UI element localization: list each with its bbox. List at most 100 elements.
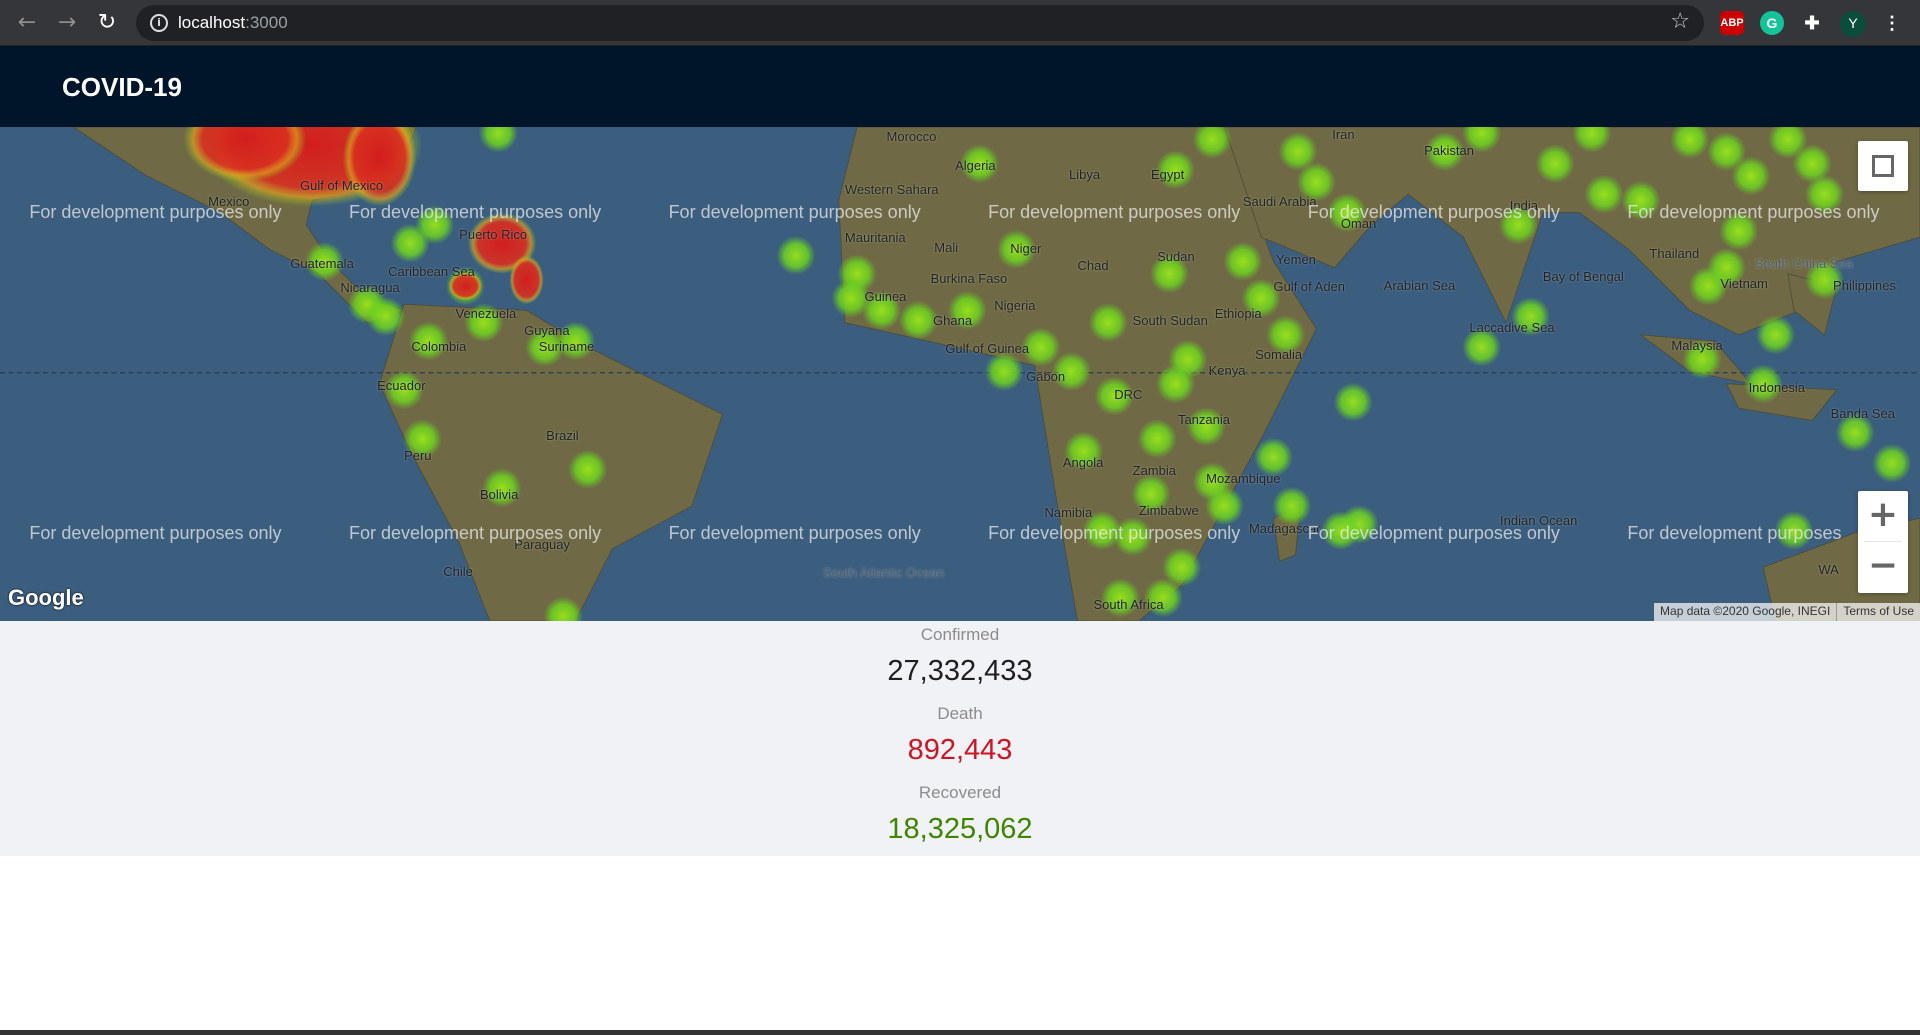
info-icon[interactable]: i: [150, 14, 168, 32]
map-label: Brazil: [546, 428, 579, 444]
death-label: Death: [937, 704, 983, 723]
map-label: Pakistan: [1424, 142, 1474, 158]
map-label: Indonesia: [1748, 380, 1805, 396]
map-label: Ghana: [933, 313, 973, 329]
address-bar[interactable]: i localhost:3000 ☆: [136, 5, 1704, 41]
map-label: Thailand: [1649, 245, 1700, 261]
map-label: Angola: [1062, 455, 1104, 471]
map-label: Chile: [443, 564, 473, 580]
heat-point: [1872, 443, 1912, 483]
map-label: Puerto Rico: [459, 227, 528, 243]
map-label: South Atlantic Ocean: [822, 565, 945, 581]
recovered-value: 18,325,062: [887, 813, 1033, 845]
map-label: Morocco: [886, 129, 937, 145]
map-label: Gulf of Aden: [1273, 278, 1346, 294]
map-label: Zimbabwe: [1138, 502, 1199, 518]
extensions-puzzle-icon[interactable]: ✚: [1800, 11, 1824, 35]
map-label: Saudi Arabia: [1242, 194, 1317, 210]
map-label: Egypt: [1151, 167, 1185, 183]
heatmap-map[interactable]: Mexico Gulf of Mexico Guatemala Caribbean S…: [0, 127, 1920, 621]
back-icon[interactable]: ←: [14, 10, 40, 36]
bookmark-star-icon[interactable]: ☆: [1670, 9, 1690, 34]
map-label: Ecuador: [377, 378, 426, 394]
map-label: South Africa: [1093, 597, 1164, 613]
map-label: Sudan: [1157, 249, 1195, 265]
google-logo: Google: [8, 585, 84, 610]
map-label: Gulf of Mexico: [300, 178, 384, 194]
death-value: 892,443: [907, 734, 1013, 766]
adblock-icon[interactable]: ABP: [1720, 11, 1744, 35]
map-label: Philippines: [1833, 277, 1896, 293]
map-label: Libya: [1068, 167, 1101, 183]
map-label: Colombia: [411, 338, 467, 354]
grammarly-icon[interactable]: G: [1760, 11, 1784, 35]
dev-watermark: For development purposes only: [348, 201, 602, 222]
map-label: South China Sea: [1754, 255, 1853, 271]
dev-watermark: For development purposes only: [1307, 522, 1560, 543]
map-label: Banda Sea: [1830, 406, 1895, 422]
dev-watermark: For development purposes only: [348, 522, 602, 543]
map-data-text: Map data ©2020 Google, INEGI: [1660, 604, 1831, 618]
map-label: Laccadive Sea: [1469, 320, 1555, 336]
dev-watermark: For development purposes: [1627, 522, 1842, 543]
heat-point: [1731, 156, 1771, 196]
map-label: Tanzania: [1177, 412, 1230, 428]
reload-icon[interactable]: ↻: [94, 10, 120, 36]
zoom-control: + −: [1858, 491, 1908, 593]
map-label: Caribbean Sea: [388, 264, 475, 280]
map-label: Malaysia: [1671, 337, 1723, 353]
map-label: Western Sahara: [844, 182, 939, 198]
heat-point: [1272, 486, 1312, 526]
map-label: Niger: [1010, 240, 1042, 256]
map-label: Guyana: [524, 322, 570, 338]
map-attribution: Map data ©2020 Google, INEGI Terms of Us…: [1654, 603, 1920, 621]
taskbar-edge: [0, 1030, 1920, 1035]
fullscreen-button[interactable]: [1858, 141, 1908, 191]
recovered-label: Recovered: [918, 783, 1002, 802]
heat-point: [1333, 382, 1373, 422]
map-label: Burkina Faso: [930, 271, 1008, 287]
heat-point: [776, 235, 816, 275]
dev-watermark: For development purposes only: [29, 522, 282, 543]
map-label: DRC: [1114, 386, 1143, 402]
map-label: Gulf of Guinea: [945, 341, 1030, 357]
forward-icon[interactable]: →: [54, 10, 80, 36]
menu-kebab-icon[interactable]: ⋮: [1880, 11, 1904, 35]
profile-avatar[interactable]: Y: [1840, 11, 1866, 37]
map-label: Yemen: [1275, 251, 1316, 267]
map-label: Vietnam: [1720, 276, 1768, 292]
dev-watermark: For development purposes only: [1307, 201, 1560, 222]
confirmed-value: 27,332,433: [887, 655, 1033, 687]
map-label: Kenya: [1208, 363, 1246, 379]
heat-point: [366, 296, 406, 337]
map-label: Bay of Bengal: [1542, 269, 1624, 285]
heat-point: [1755, 315, 1796, 355]
dev-watermark: For development purposes only: [29, 201, 282, 222]
confirmed-label: Confirmed: [920, 625, 1000, 644]
zoom-out-button[interactable]: −: [1858, 542, 1908, 592]
map-label: Zambia: [1132, 462, 1176, 478]
heat-point: [1535, 144, 1575, 184]
zoom-in-button[interactable]: +: [1858, 491, 1908, 541]
map-label: Somalia: [1255, 347, 1303, 363]
heat-point: [509, 255, 544, 305]
heat-point: [1088, 303, 1128, 343]
map-label: Nicaragua: [340, 280, 400, 296]
map-label: Guinea: [864, 288, 907, 304]
heat-point: [478, 127, 518, 153]
dev-watermark: For development purposes only: [988, 522, 1241, 543]
map-label: Arabian Sea: [1383, 277, 1456, 293]
url-text: localhost:3000: [178, 13, 288, 32]
map-label: Mali: [934, 239, 959, 255]
dev-watermark: For development purposes only: [668, 201, 921, 222]
map-label: Iran: [1332, 127, 1355, 142]
map-label: Guatemala: [290, 255, 354, 271]
map-label: Mauritania: [844, 229, 906, 245]
map-label: Chad: [1077, 258, 1109, 274]
map-label: Namibia: [1044, 505, 1093, 521]
terms-of-use-link[interactable]: Terms of Use: [1836, 603, 1920, 621]
map-label: Ethiopia: [1214, 305, 1262, 321]
map-label: Nigeria: [994, 298, 1036, 314]
heat-point: [1168, 339, 1208, 379]
map-label: Suriname: [538, 338, 595, 354]
